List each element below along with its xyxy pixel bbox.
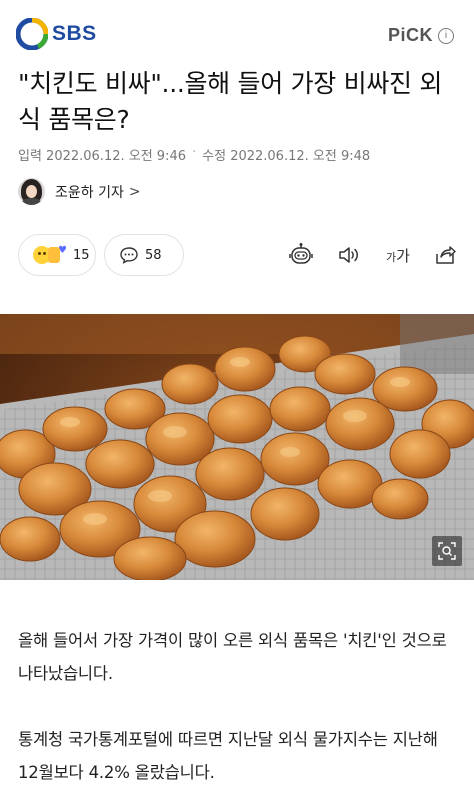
chevron-right-icon: > <box>128 183 141 200</box>
info-icon[interactable]: i <box>438 27 454 44</box>
top-bar: SBS PiCK i <box>0 0 474 60</box>
font-size-label: 가가 <box>386 246 410 265</box>
fried-chicken-image <box>0 314 474 580</box>
comment-button[interactable]: 58 <box>104 234 184 276</box>
sbs-logo[interactable]: SBS <box>16 18 97 50</box>
font-size-button[interactable]: 가가 <box>380 242 416 268</box>
comment-count: 58 <box>145 247 162 263</box>
zoom-icon <box>438 542 456 560</box>
pick-label: PiCK <box>387 25 433 45</box>
read-aloud-button[interactable] <box>336 242 362 268</box>
reaction-emoji-icon: ♥ <box>33 245 67 264</box>
comment-bubble-icon <box>120 247 138 264</box>
published-date: 입력 2022.06.12. 오전 9:46 <box>18 149 186 164</box>
reaction-count: 15 <box>72 247 90 263</box>
avatar <box>18 178 45 205</box>
speaker-icon <box>339 247 358 263</box>
share-button[interactable] <box>432 242 458 268</box>
date-separator: · <box>192 145 197 160</box>
article-paragraph: 통계청 국가통계포털에 따르면 지난달 외식 물가지수는 지난해 12월보다 4… <box>18 730 438 782</box>
article-headline: "치킨도 비싸"...올해 들어 가장 비싸진 외식 품목은? <box>18 69 443 134</box>
summary-robot-icon <box>289 243 313 264</box>
sbs-logo-icon <box>16 18 48 50</box>
reporter-link[interactable]: 조윤하 기자 > <box>18 178 141 205</box>
article-paragraph: 올해 들어서 가장 가격이 많이 오른 외식 품목은 '치킨'인 것으로 나타났… <box>18 631 447 683</box>
article-dates: 입력 2022.06.12. 오전 9:46 · 수정 2022.06.12. … <box>18 145 370 164</box>
summary-button[interactable] <box>288 242 314 268</box>
article-body: 올해 들어서 가장 가격이 많이 오른 외식 품목은 '치킨'인 것으로 나타났… <box>18 624 458 793</box>
reporter-name: 조윤하 기자 <box>55 184 124 201</box>
action-bar: ♥ 15 58 가가 <box>18 234 458 276</box>
modified-date: 수정 2022.06.12. 오전 9:48 <box>202 149 371 164</box>
pick-badge[interactable]: PiCK i <box>388 25 454 46</box>
article-photo[interactable] <box>0 314 474 580</box>
reaction-button[interactable]: ♥ 15 <box>18 234 96 276</box>
zoom-button[interactable] <box>432 536 462 566</box>
share-icon <box>436 246 456 264</box>
brand-name: SBS <box>52 22 97 45</box>
